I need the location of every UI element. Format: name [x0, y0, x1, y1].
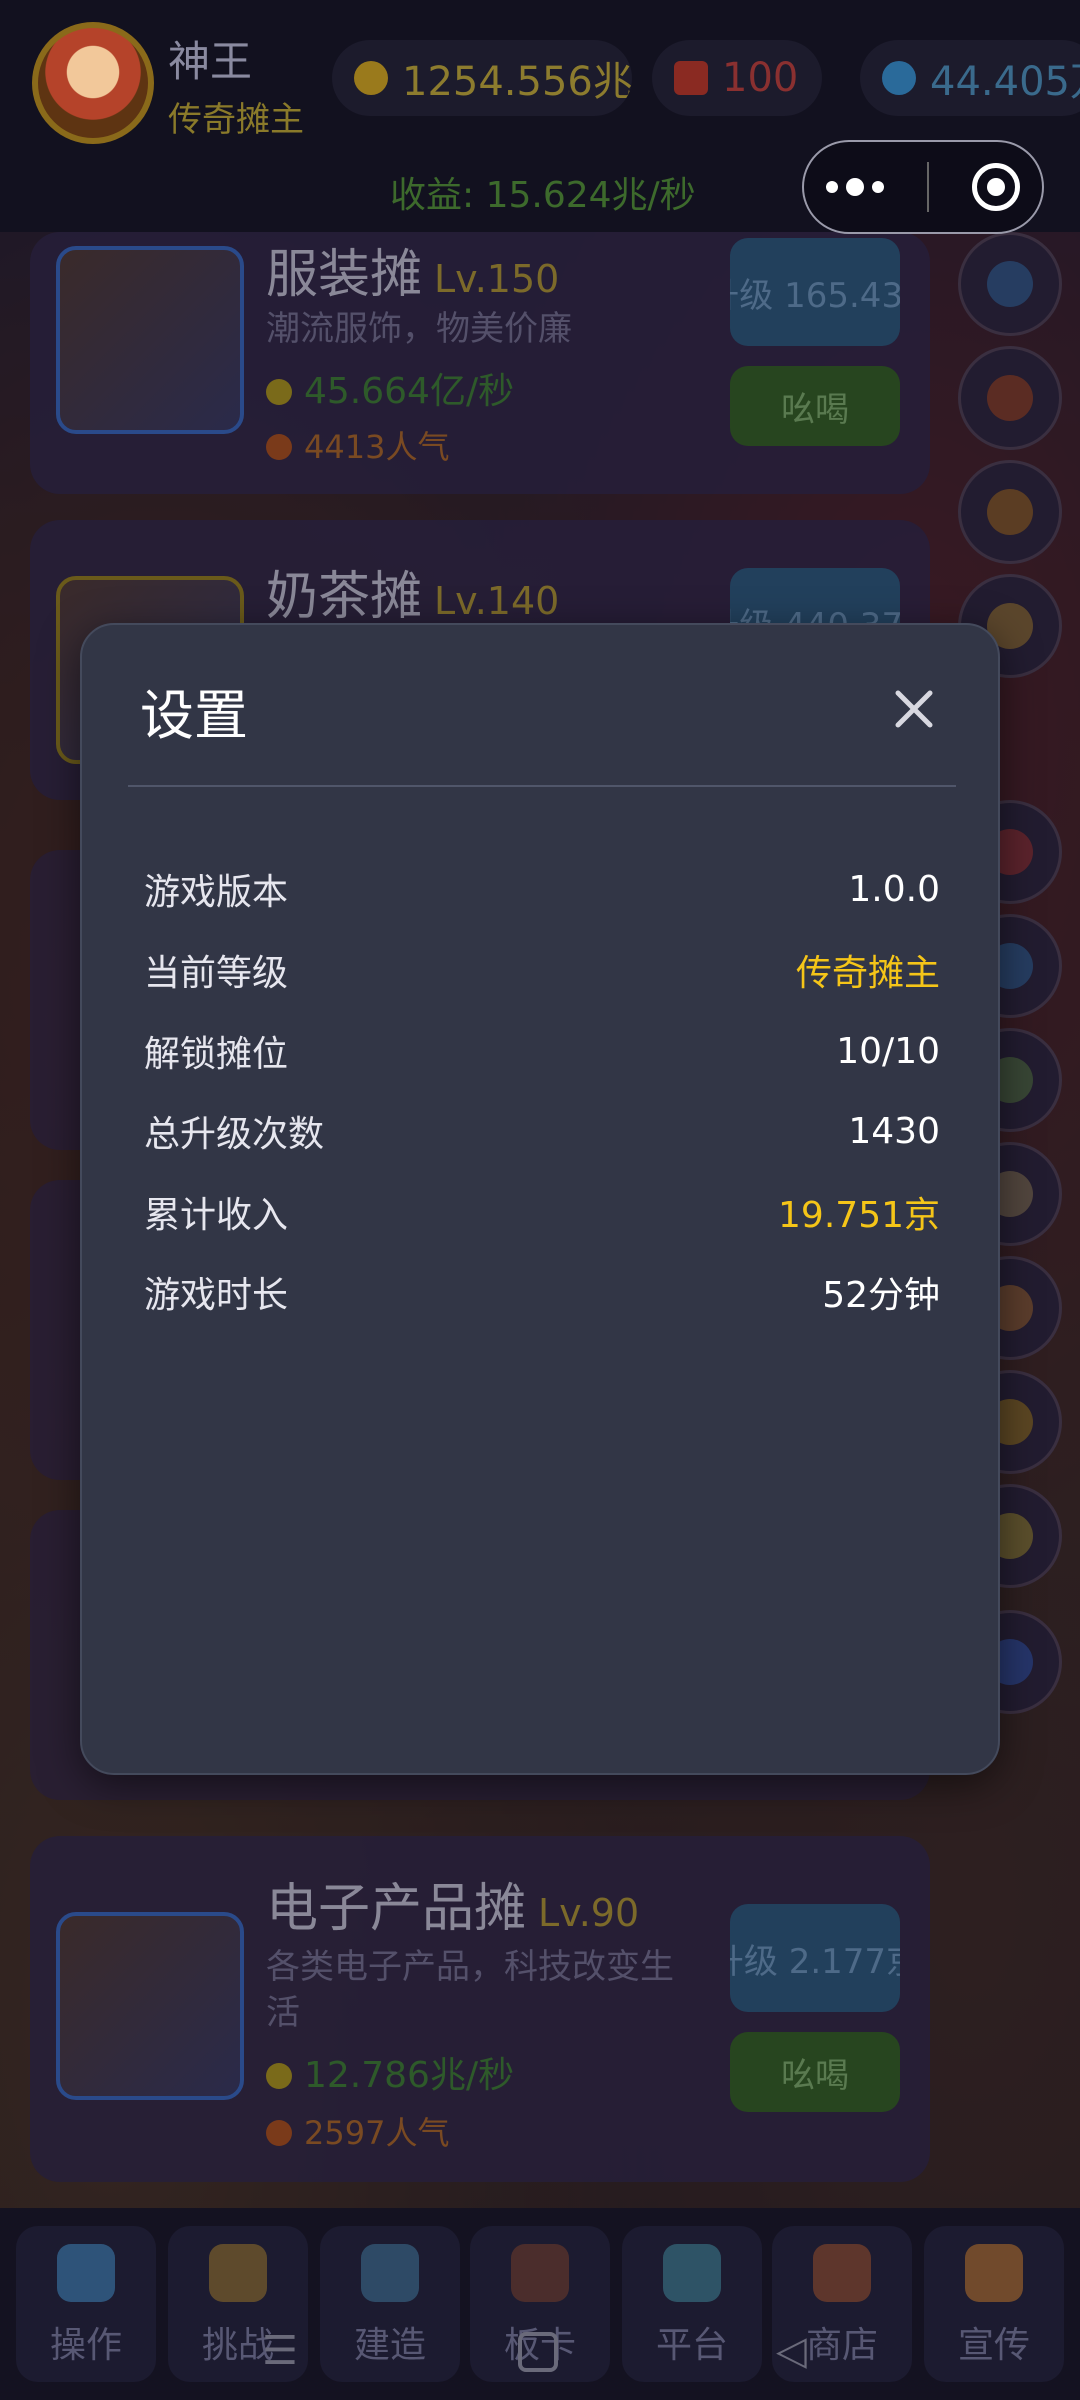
stall-income-rate: 12.786兆/秒: [266, 2046, 514, 2098]
info-label: 累计收入: [144, 1195, 289, 1236]
more-options-icon[interactable]: [825, 178, 884, 196]
info-row-version: 游戏版本 1.0.0: [144, 859, 940, 919]
capsule-divider: [926, 162, 929, 212]
info-value: 传奇摊主: [795, 953, 940, 994]
stall-card-clothing: 服装摊Lv.150 潮流服饰，物美价廉 45.664亿/秒 4413人气 升级 …: [30, 232, 930, 494]
stall-name: 服装摊 Lv.150: [266, 245, 560, 305]
info-value: 1430: [848, 1110, 940, 1152]
info-row-upgrade-count: 总升级次数 1430: [144, 1101, 940, 1161]
stall-name: 电子产品摊 Lv.90: [266, 1879, 640, 1939]
stall-description: 各类电子产品，科技改变生活: [266, 1947, 674, 2033]
crystal-counter: 44.405万: [860, 40, 1080, 116]
stall-thumbnail: [56, 1912, 244, 2100]
player-name: 神王: [168, 37, 253, 86]
info-label: 总升级次数: [144, 1114, 325, 1155]
info-label: 游戏版本: [144, 872, 289, 913]
gem-value: 100: [722, 55, 799, 101]
stall-name: 奶茶摊 Lv.140: [266, 567, 560, 627]
crystal-value: 44.405万: [930, 59, 1080, 105]
settings-title: 设置: [140, 684, 248, 747]
stall-income-rate: 45.664亿/秒: [266, 362, 514, 414]
coin-icon: [266, 379, 292, 405]
info-value: 1.0.0: [848, 868, 940, 910]
player-avatar[interactable]: [32, 22, 154, 144]
stall-card-electronics: 电子产品摊 Lv.90 各类电子产品，科技改变生活 12.786兆/秒 2597人…: [30, 1836, 930, 2182]
dice-icon: [57, 2244, 115, 2302]
home-nav-icon[interactable]: [518, 2332, 558, 2372]
red-gem-icon: [674, 61, 708, 95]
gold-coin-icon: [354, 61, 388, 95]
side-chest-icon[interactable]: [958, 460, 1062, 564]
gold-counter: 1254.556兆: [332, 40, 632, 116]
megaphone-icon: [965, 2244, 1023, 2302]
info-row-level: 当前等级 传奇摊主: [144, 940, 940, 1000]
info-label: 游戏时长: [144, 1275, 289, 1316]
info-row-total-income: 累计收入 19.751京: [144, 1182, 940, 1242]
side-target-icon[interactable]: [958, 346, 1062, 450]
settings-dialog: 设置 游戏版本 1.0.0 当前等级 传奇摊主 解锁摊位 10/10 总升级次数…: [80, 623, 1000, 1775]
upgrade-button[interactable]: 升级 2.177京: [730, 1904, 900, 2012]
platform-icon: [663, 2244, 721, 2302]
info-row-play-time: 游戏时长 52分钟: [144, 1262, 940, 1322]
info-label: 解锁摊位: [144, 1034, 289, 1075]
cards-icon: [511, 2244, 569, 2302]
stall-popularity: 2597人气: [266, 2108, 449, 2154]
side-globe-icon[interactable]: [958, 232, 1062, 336]
promote-button[interactable]: 吆喝: [730, 2032, 900, 2112]
close-icon[interactable]: [882, 677, 946, 741]
building-icon: [361, 2244, 419, 2302]
info-value: 19.751京: [778, 1195, 940, 1236]
menu-nav-icon[interactable]: ☰: [262, 2328, 298, 2374]
tab-build[interactable]: 建造: [320, 2226, 460, 2382]
tab-operate[interactable]: 操作: [16, 2226, 156, 2382]
stall-thumbnail: [56, 246, 244, 434]
shield-icon: [209, 2244, 267, 2302]
info-row-unlocked-stalls: 解锁摊位 10/10: [144, 1021, 940, 1081]
shop-icon: [813, 2244, 871, 2302]
gold-value: 1254.556兆: [402, 59, 632, 105]
close-miniprogram-icon[interactable]: [972, 163, 1021, 211]
title-divider: [128, 785, 956, 787]
back-nav-icon[interactable]: ◁: [776, 2328, 807, 2374]
tab-promote[interactable]: 宣传: [924, 2226, 1064, 2382]
popularity-icon: [266, 434, 292, 460]
gem-counter: 100: [652, 40, 822, 116]
stall-description: 潮流服饰，物美价廉: [266, 309, 572, 349]
info-label: 当前等级: [144, 953, 289, 994]
upgrade-button[interactable]: 升级 165.432: [730, 238, 900, 346]
popularity-icon: [266, 2120, 292, 2146]
info-value: 52分钟: [822, 1275, 940, 1316]
income-rate: 收益: 15.624兆/秒: [390, 175, 696, 216]
blue-crystal-icon: [882, 61, 916, 95]
coin-icon: [266, 2063, 292, 2089]
player-title: 传奇摊主: [168, 100, 304, 140]
info-value: 10/10: [836, 1030, 940, 1072]
promote-button[interactable]: 吆喝: [730, 366, 900, 446]
miniprogram-capsule: [802, 140, 1044, 234]
stall-popularity: 4413人气: [266, 422, 449, 468]
tab-platform[interactable]: 平台: [622, 2226, 762, 2382]
top-status-bar: 神王 传奇摊主 1254.556兆 100 44.405万 收益: 15.624…: [0, 0, 1080, 234]
